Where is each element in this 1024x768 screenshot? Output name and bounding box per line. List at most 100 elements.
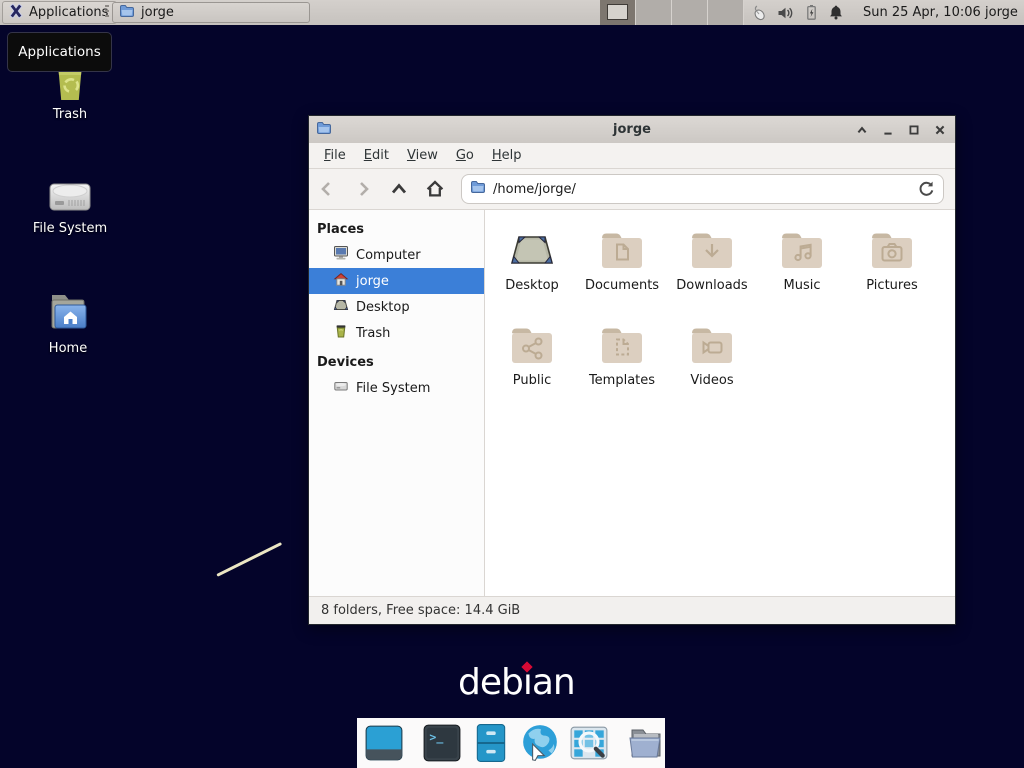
folder-music-icon	[757, 218, 847, 276]
titlebar[interactable]: jorge	[309, 116, 955, 143]
desktop-screen: Applications jorge	[0, 0, 1024, 768]
terminal-icon[interactable]: >_	[422, 723, 462, 763]
window-controls	[853, 116, 949, 143]
home-folder-icon	[22, 286, 114, 336]
desktop-icon-home[interactable]: Home	[22, 286, 114, 356]
sidebar-item-jorge[interactable]: jorge	[309, 268, 484, 294]
sidebar-item-computer[interactable]: Computer	[309, 242, 484, 268]
taskbar-window-label: jorge	[141, 5, 174, 20]
path-text[interactable]: /home/jorge/	[493, 182, 576, 197]
panel-user-label[interactable]: jorge	[985, 0, 1018, 25]
folder-cell-documents[interactable]: Documents	[577, 218, 667, 293]
toolbar: /home/jorge/	[309, 169, 955, 210]
battery-icon[interactable]	[803, 4, 819, 21]
sidebar-item-label: File System	[356, 381, 430, 396]
home-button[interactable]	[417, 173, 453, 205]
folder-cell-downloads[interactable]: Downloads	[667, 218, 757, 293]
tasklist-grip[interactable]	[105, 5, 109, 20]
folder-label: Documents	[577, 278, 667, 293]
folder-cell-public[interactable]: Public	[487, 313, 577, 388]
folder-public-icon	[487, 313, 577, 371]
notification-bell-icon[interactable]	[828, 4, 844, 21]
desktop-icon	[333, 297, 349, 317]
folder-label: Music	[757, 278, 847, 293]
sidebar-item-trash[interactable]: Trash	[309, 320, 484, 346]
folder-label: Pictures	[847, 278, 937, 293]
shade-button[interactable]	[853, 121, 871, 139]
volume-icon[interactable]	[777, 5, 794, 21]
sidebar-item-file-system[interactable]: File System	[309, 375, 484, 401]
location-bar[interactable]: /home/jorge/	[461, 174, 944, 204]
folder-cell-videos[interactable]: Videos	[667, 313, 757, 388]
maximize-button[interactable]	[905, 121, 923, 139]
folder-cell-templates[interactable]: Templates	[577, 313, 667, 388]
drive-icon	[333, 378, 349, 398]
folder-downloads-icon	[667, 218, 757, 276]
statusbar: 8 folders, Free space: 14.4 GiB	[309, 596, 955, 624]
minimize-button[interactable]	[879, 121, 897, 139]
workspace-window-thumb	[607, 4, 628, 20]
debian-logo: debıan	[458, 662, 575, 703]
sidebar-header-places: Places	[309, 217, 484, 242]
show-desktop-icon[interactable]	[364, 723, 404, 763]
folder-documents-icon	[577, 218, 667, 276]
app-finder-icon[interactable]	[569, 723, 609, 763]
folder-icon	[119, 3, 135, 23]
mouse-icon[interactable]	[750, 4, 768, 22]
workspace-3[interactable]	[672, 0, 708, 25]
folder-label: Public	[487, 373, 577, 388]
reload-icon[interactable]	[916, 179, 936, 203]
files-area[interactable]: Desktop Documents	[485, 210, 955, 596]
menu-view[interactable]: View	[398, 145, 447, 166]
close-button[interactable]	[931, 121, 949, 139]
trash-icon	[333, 323, 349, 343]
system-tray	[750, 0, 844, 25]
folder-cell-desktop[interactable]: Desktop	[487, 218, 577, 293]
folder-pictures-icon	[847, 218, 937, 276]
folder-label: Downloads	[667, 278, 757, 293]
back-button[interactable]	[309, 173, 345, 205]
folder-label: Videos	[667, 373, 757, 388]
file-manager-window: jorge File Edit View Go Help	[308, 115, 956, 625]
sidebar-item-desktop[interactable]: Desktop	[309, 294, 484, 320]
sidebar-item-label: Desktop	[356, 300, 410, 315]
desktop-icon-file-system[interactable]: File System	[24, 166, 116, 236]
folder-cell-music[interactable]: Music	[757, 218, 847, 293]
svg-text:>_: >_	[429, 730, 443, 745]
sidebar-item-label: Trash	[356, 326, 390, 341]
menu-help[interactable]: Help	[483, 145, 531, 166]
folder-cell-pictures[interactable]: Pictures	[847, 218, 937, 293]
folder-label: Desktop	[487, 278, 577, 293]
stray-line	[216, 542, 282, 577]
workspace-4[interactable]	[708, 0, 744, 25]
window-body: Places Computer jorge	[309, 210, 955, 596]
folder-label: Templates	[577, 373, 667, 388]
workspace-1[interactable]	[600, 0, 636, 25]
up-button[interactable]	[381, 173, 417, 205]
desktop-icon-label: File System	[24, 221, 116, 236]
applications-menu-button[interactable]: Applications	[2, 1, 117, 24]
panel-clock[interactable]: Sun 25 Apr, 10:06	[863, 0, 981, 25]
hard-drive-icon	[24, 166, 116, 216]
computer-icon	[333, 245, 349, 265]
debian-logo-text: deb	[458, 662, 523, 703]
workspace-2[interactable]	[636, 0, 672, 25]
xfce-logo-icon	[8, 3, 24, 23]
workspace-switcher	[600, 0, 744, 25]
forward-button[interactable]	[345, 173, 381, 205]
sidebar-item-label: jorge	[356, 274, 389, 289]
file-cabinet-icon[interactable]	[471, 723, 511, 763]
web-browser-icon[interactable]	[520, 723, 560, 763]
directory-menu-icon[interactable]	[627, 723, 665, 763]
desktop-special-icon	[487, 218, 577, 276]
dock: >_	[357, 718, 665, 768]
debian-logo-i: ı	[523, 662, 532, 703]
folder-videos-icon	[667, 313, 757, 371]
folder-templates-icon	[577, 313, 667, 371]
sidebar: Places Computer jorge	[309, 210, 485, 596]
taskbar-window-button[interactable]: jorge	[112, 2, 310, 23]
menu-go[interactable]: Go	[447, 145, 483, 166]
menu-file[interactable]: File	[315, 145, 355, 166]
debian-logo-text: an	[532, 662, 575, 703]
menu-edit[interactable]: Edit	[355, 145, 398, 166]
